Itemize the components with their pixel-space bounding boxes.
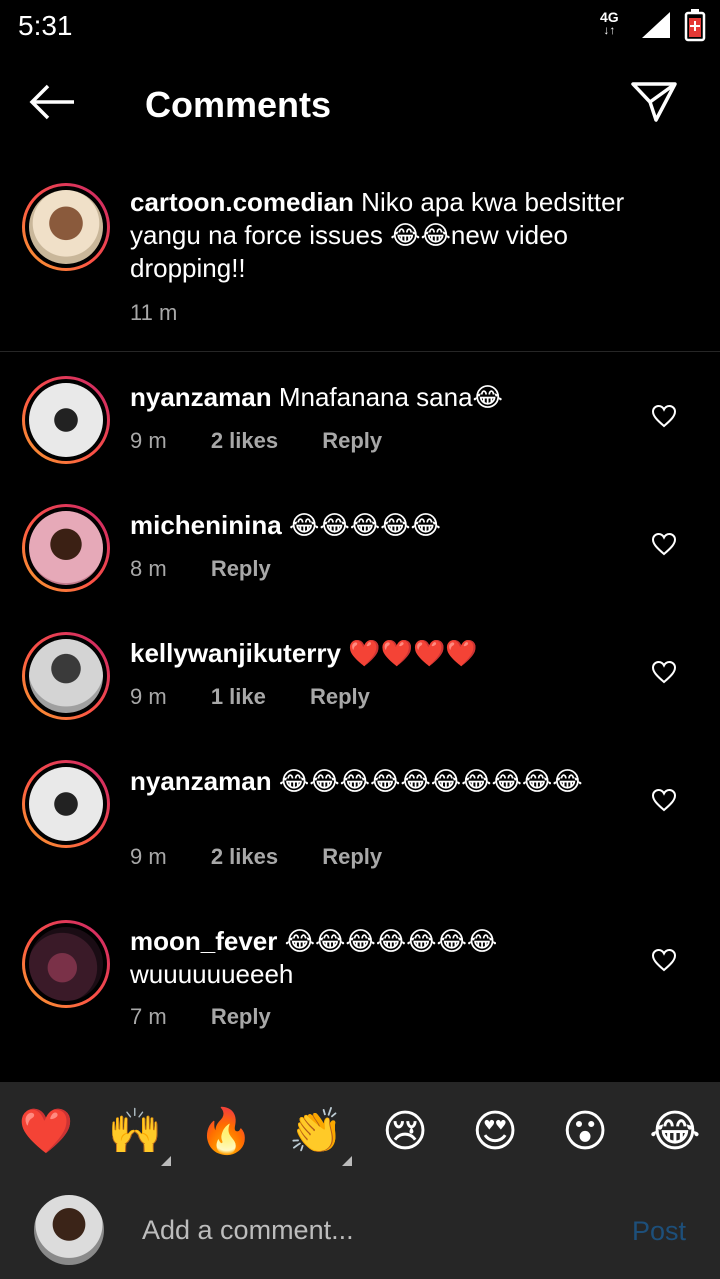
like-count[interactable]: 2 likes (211, 428, 278, 453)
reaction-heart[interactable]: ❤️ (18, 1104, 74, 1160)
raised-hands-emoji: 🙌 (107, 1107, 163, 1156)
status-time: 5:31 (18, 10, 73, 41)
timestamp: 11 m (130, 300, 178, 325)
reply-button[interactable]: Reply (322, 844, 382, 869)
reaction-raised-hands[interactable]: 🙌 (107, 1104, 171, 1166)
comment-text: kellywanjikuterry ❤️❤️❤️❤️ (130, 637, 660, 670)
comment-text: nyanzaman 😂😂😂😂😂😂😂😂😂😂 (130, 765, 660, 798)
reply-button[interactable]: Reply (211, 556, 271, 581)
reaction-surprised[interactable]: 😮 (557, 1104, 613, 1160)
username[interactable]: nyanzaman (130, 766, 272, 796)
status-bar: 5:31 4G ↓↑ (0, 0, 720, 50)
comment-input[interactable] (142, 1208, 602, 1252)
reply-button[interactable]: Reply (310, 684, 370, 709)
clap-emoji: 👏 (288, 1107, 344, 1156)
share-button[interactable] (630, 80, 682, 128)
reaction-laughing[interactable]: 😂 (647, 1104, 703, 1160)
reaction-clap[interactable]: 👏 (288, 1104, 352, 1166)
comment-text: moon_fever 😂😂😂😂😂😂😂 wuuuuuueeeh (130, 925, 660, 991)
username[interactable]: moon_fever (130, 926, 277, 956)
username[interactable]: kellywanjikuterry (130, 638, 341, 668)
comment-item: kellywanjikuterry ❤️❤️❤️❤️ 9 m 1 like Re… (0, 632, 720, 742)
heart-outline-icon (651, 788, 677, 812)
network-indicator: 4G ↓↑ (600, 10, 619, 36)
heart-outline-icon (651, 948, 677, 972)
timestamp: 8 m (130, 556, 167, 581)
paper-plane-icon (631, 82, 677, 122)
avatar[interactable] (22, 760, 110, 848)
current-user-avatar (34, 1195, 104, 1265)
comment-item: moon_fever 😂😂😂😂😂😂😂 wuuuuuueeeh 7 m Reply (0, 920, 720, 1060)
comment-meta: 7 m Reply (130, 1004, 309, 1030)
like-button[interactable] (651, 532, 677, 556)
back-button[interactable] (28, 82, 84, 126)
avatar[interactable] (22, 376, 110, 464)
post-button[interactable]: Post (632, 1216, 686, 1247)
arrow-left-icon (29, 84, 74, 120)
comment-meta: 9 m 1 like Reply (130, 684, 408, 710)
skin-tone-indicator (342, 1156, 352, 1166)
comment-text: nyanzaman Mnafanana sana😂 (130, 381, 660, 414)
comment-meta: 9 m 2 likes Reply (130, 844, 420, 870)
like-button[interactable] (651, 788, 677, 812)
post-caption: cartoon.comedian Niko apa kwa bedsitter … (0, 180, 720, 352)
caption-text: cartoon.comedian Niko apa kwa bedsitter … (130, 186, 660, 285)
like-button[interactable] (651, 660, 677, 684)
reaction-crying[interactable]: 😢 (377, 1104, 433, 1160)
reply-button[interactable]: Reply (211, 1004, 271, 1029)
page-title: Comments (145, 84, 332, 125)
comment-text: micheninina 😂😂😂😂😂 (130, 509, 660, 542)
timestamp: 9 m (130, 684, 167, 709)
timestamp: 9 m (130, 428, 167, 453)
quick-reactions: ❤️ 🙌 🔥 👏 😢 😍 😮 😂 (0, 1104, 720, 1166)
skin-tone-indicator (161, 1156, 171, 1166)
battery-icon (684, 9, 706, 42)
heart-outline-icon (651, 404, 677, 428)
comment-body: 😂😂😂😂😂 (288, 510, 441, 540)
reaction-heart-eyes[interactable]: 😍 (467, 1104, 523, 1160)
like-count[interactable]: 2 likes (211, 844, 278, 869)
comment-item: nyanzaman Mnafanana sana😂 9 m 2 likes Re… (0, 376, 720, 486)
data-arrows-icon: ↓↑ (603, 23, 616, 37)
comment-item: nyanzaman 😂😂😂😂😂😂😂😂😂😂 9 m 2 likes Reply (0, 760, 720, 900)
timestamp: 7 m (130, 1004, 167, 1029)
comment-body: Mnafanana sana😂 (278, 382, 503, 412)
username[interactable]: micheninina (130, 510, 282, 540)
timestamp: 9 m (130, 844, 167, 869)
avatar[interactable] (22, 504, 110, 592)
header: Comments (0, 60, 720, 150)
avatar[interactable] (22, 920, 110, 1008)
reaction-fire[interactable]: 🔥 (198, 1104, 254, 1160)
avatar[interactable] (22, 183, 110, 271)
comment-composer-panel: ❤️ 🙌 🔥 👏 😢 😍 😮 😂 Post (0, 1082, 720, 1279)
username[interactable]: cartoon.comedian (130, 187, 354, 217)
reply-button[interactable]: Reply (322, 428, 382, 453)
network-type: 4G (600, 9, 619, 25)
comment-body: ❤️❤️❤️❤️ (348, 638, 478, 668)
signal-icon (642, 12, 670, 38)
avatar[interactable] (22, 632, 110, 720)
caption-meta: 11 m (130, 300, 215, 326)
comment-meta: 9 m 2 likes Reply (130, 428, 420, 454)
heart-outline-icon (651, 660, 677, 684)
like-count[interactable]: 1 like (211, 684, 266, 709)
like-button[interactable] (651, 404, 677, 428)
like-button[interactable] (651, 948, 677, 972)
comment-meta: 8 m Reply (130, 556, 309, 582)
heart-outline-icon (651, 532, 677, 556)
comment-body: 😂😂😂😂😂😂😂😂😂😂 (278, 766, 583, 796)
comment-item: micheninina 😂😂😂😂😂 8 m Reply (0, 504, 720, 614)
comment-composer: Post (0, 1190, 720, 1279)
username[interactable]: nyanzaman (130, 382, 272, 412)
